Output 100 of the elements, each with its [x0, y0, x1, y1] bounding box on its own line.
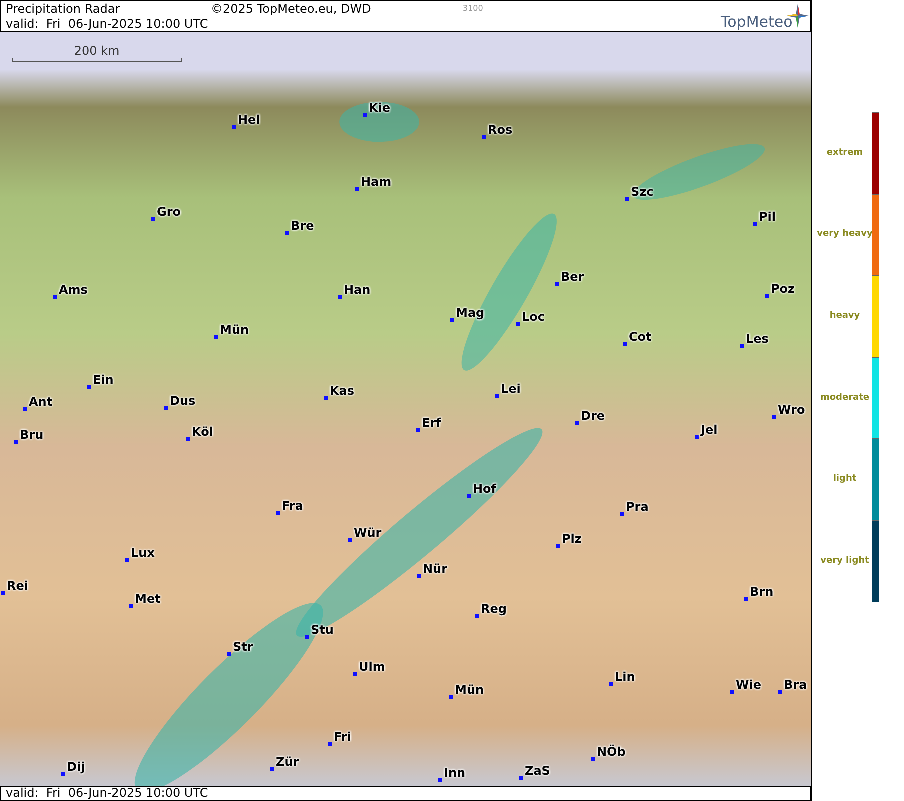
city-label: Hof [473, 482, 497, 496]
copyright-text: ©2025 TopMeteo.eu, DWD [211, 2, 372, 16]
city-marker [53, 295, 57, 299]
legend-label: moderate [819, 392, 871, 403]
code-label: 3100 [463, 4, 484, 13]
city-marker [363, 113, 367, 117]
city-label: Erf [422, 416, 442, 430]
city-marker [438, 778, 442, 782]
city-label: Jel [701, 423, 718, 437]
city-marker [164, 406, 168, 410]
city-marker [765, 294, 769, 298]
city-marker [1, 591, 5, 595]
city-marker [450, 318, 454, 322]
city-label: Dus [170, 394, 196, 408]
city-label: Met [135, 592, 161, 606]
city-marker [129, 604, 133, 608]
city-marker [348, 538, 352, 542]
city-label: Kie [369, 101, 391, 115]
city-label: Poz [771, 282, 796, 296]
city-marker [186, 437, 190, 441]
city-marker [556, 544, 560, 548]
city-label: Fri [334, 730, 352, 744]
city-label: Mag [456, 306, 485, 320]
city-label: Han [344, 283, 371, 297]
city-marker [125, 558, 129, 562]
city-marker [623, 342, 627, 346]
city-label: Inn [444, 766, 466, 780]
city-label: Zür [276, 755, 300, 769]
city-marker [495, 394, 499, 398]
city-marker [416, 428, 420, 432]
city-marker [772, 415, 776, 419]
city-label: Mün [220, 323, 250, 337]
city-marker [744, 597, 748, 601]
city-label: Reg [481, 602, 507, 616]
city-label: Cot [629, 330, 652, 344]
city-marker [87, 385, 91, 389]
city-label: Dij [67, 760, 86, 774]
scale-label: 200 km [74, 44, 120, 58]
city-marker [575, 421, 579, 425]
city-marker [482, 135, 486, 139]
city-marker [778, 690, 782, 694]
legend-label: very heavy [816, 229, 874, 240]
city-marker [695, 435, 699, 439]
city-label: Loc [522, 310, 546, 324]
legend-label: very light [820, 556, 870, 566]
city-marker [516, 322, 520, 326]
city-marker [285, 231, 289, 235]
city-marker [355, 187, 359, 191]
city-label: Szc [631, 185, 654, 199]
city-marker [214, 335, 218, 339]
city-label: Wro [778, 403, 806, 417]
city-marker [730, 690, 734, 694]
city-marker [338, 295, 342, 299]
city-label: Fra [282, 499, 304, 513]
city-label: Les [746, 332, 769, 346]
legend-label: extrem [826, 148, 864, 158]
valid-time: valid: Fri 06-Jun-2025 10:00 UTC [6, 17, 208, 31]
city-marker [227, 652, 231, 656]
city-marker [449, 695, 453, 699]
city-label: Pra [626, 500, 649, 514]
city-marker [324, 396, 328, 400]
city-marker [467, 494, 471, 498]
city-label: Bra [784, 678, 808, 692]
legend-label: heavy [828, 310, 862, 321]
city-label: Dre [581, 409, 606, 423]
legend-label: light [832, 474, 858, 484]
city-marker [620, 512, 624, 516]
city-label: Wie [736, 678, 762, 692]
city-marker [740, 344, 744, 348]
city-marker [475, 614, 479, 618]
city-label: Bre [291, 219, 314, 233]
city-label: ZaS [525, 764, 550, 778]
city-label: Lin [615, 670, 636, 684]
city-marker [328, 742, 332, 746]
city-marker [276, 511, 280, 515]
city-label: Ham [361, 175, 392, 189]
map-title: Precipitation Radar [6, 2, 120, 16]
city-label: Kas [330, 384, 355, 398]
city-label: Ant [29, 395, 53, 409]
city-label: Pil [759, 210, 776, 224]
city-marker [417, 574, 421, 578]
logo-text: TopMeteo [721, 13, 793, 31]
city-label: Ros [488, 123, 513, 137]
city-label: Ber [561, 270, 584, 284]
city-marker [270, 767, 274, 771]
city-marker [353, 672, 357, 676]
city-marker [232, 125, 236, 129]
city-label: Ein [93, 373, 114, 387]
city-label: Rei [7, 579, 28, 593]
city-label: Köl [192, 425, 214, 439]
city-marker [591, 757, 595, 761]
city-marker [14, 440, 18, 444]
city-label: Mün [455, 683, 484, 697]
city-label: Ams [59, 283, 88, 297]
city-marker [753, 222, 757, 226]
city-label: Str [233, 640, 254, 654]
city-marker [61, 772, 65, 776]
city-marker [609, 682, 613, 686]
city-label: Lux [131, 546, 155, 560]
city-marker [555, 282, 559, 286]
